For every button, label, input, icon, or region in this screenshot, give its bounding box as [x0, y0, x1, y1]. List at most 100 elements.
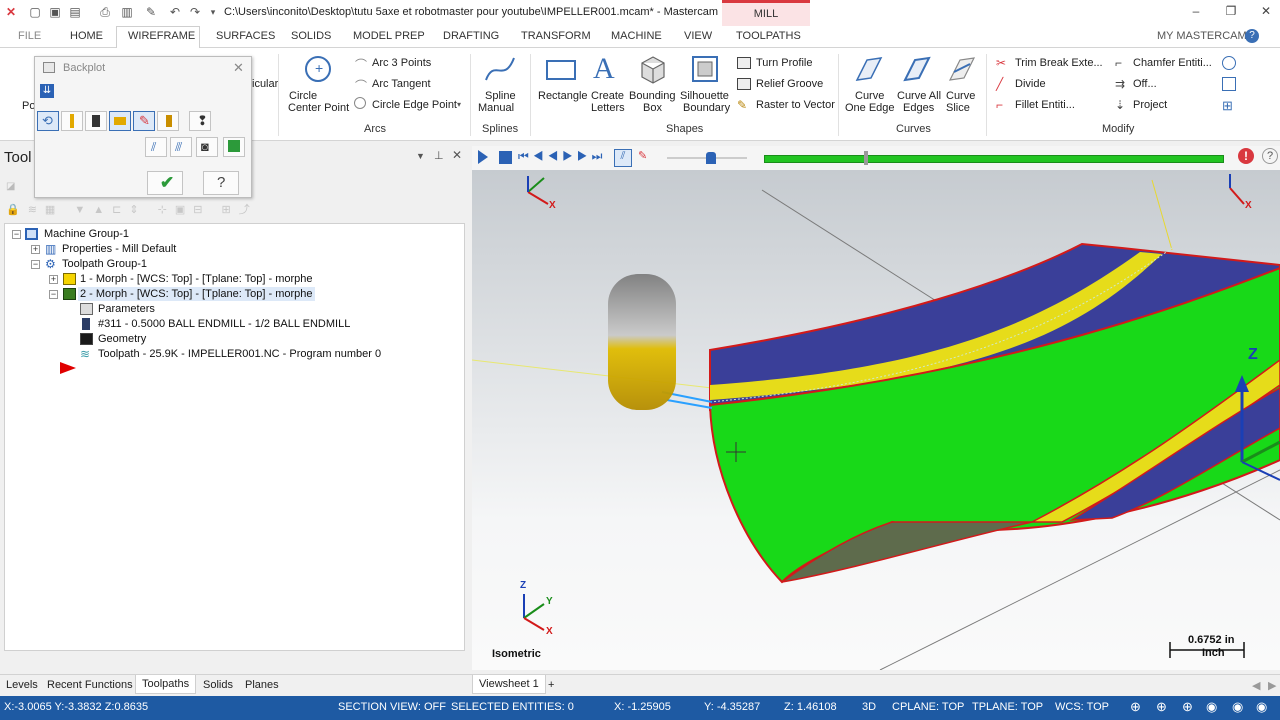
letters-icon[interactable]: A	[593, 52, 615, 86]
tplane-status[interactable]: TPLANE: TOP	[972, 701, 1043, 713]
graphics-viewport[interactable]: Z X X Z Y X Isometric 0.6752 in Inch	[472, 170, 1280, 670]
select-all-icon[interactable]: ◪	[6, 181, 16, 192]
circle-edge-point-button[interactable]: Circle Edge Point	[372, 99, 457, 111]
panel-close-icon[interactable]: ✕	[452, 148, 462, 162]
play-icon[interactable]	[478, 150, 488, 164]
tab-model-prep[interactable]: MODEL PREP	[353, 30, 425, 42]
circle-center-point-label-1[interactable]: Circle	[289, 90, 317, 102]
curve-all-edges-icon[interactable]	[901, 54, 933, 84]
collapse-icon[interactable]: −	[12, 230, 21, 239]
expand-down-icon[interactable]: ⇊	[40, 84, 54, 98]
globe-2-icon[interactable]: ⊕	[1156, 699, 1167, 715]
save-icon[interactable]: ▣	[48, 5, 62, 19]
circle-tool-icon[interactable]	[1222, 56, 1236, 70]
tree-operation-1[interactable]: 1 - Morph - [WCS: Top] - [Tplane: Top] -…	[80, 273, 313, 285]
backplot-tool-button[interactable]	[61, 111, 83, 131]
collapse-icon[interactable]: −	[49, 290, 58, 299]
tab-wireframe[interactable]: WIREFRAME	[128, 30, 195, 42]
close-button[interactable]: ✕	[1256, 4, 1276, 20]
panel-dropdown-icon[interactable]: ▼	[416, 151, 425, 161]
tab-recent-functions[interactable]: Recent Functions	[47, 679, 133, 691]
backplot-lines2-button[interactable]: ⫻	[170, 137, 192, 157]
curve-slice-icon[interactable]	[946, 54, 978, 84]
playback-help-icon[interactable]: ?	[1262, 148, 1278, 164]
print-preview-icon[interactable]: ▥	[120, 5, 134, 19]
globe-3-icon[interactable]: ⊕	[1182, 699, 1193, 715]
rectangle-button[interactable]: Rectangle	[538, 90, 588, 102]
trace-mode-icon[interactable]: ⫽	[614, 149, 632, 167]
bounding-box-label-1[interactable]: Bounding	[629, 90, 676, 102]
curve-all-edges-label-1[interactable]: Curve All	[897, 90, 941, 102]
minimize-button[interactable]: –	[1186, 4, 1206, 20]
spline-manual-label-1[interactable]: Spline	[485, 90, 516, 102]
tree-toolpath-group[interactable]: Toolpath Group-1	[62, 258, 147, 270]
tree-machine-group[interactable]: Machine Group-1	[44, 228, 129, 240]
backplot-toggle-path-button[interactable]: ⟲	[37, 111, 59, 131]
perpendicular-label-partial[interactable]: icular	[252, 78, 278, 90]
arc-tangent-button[interactable]: Arc Tangent	[372, 78, 431, 90]
silhouette-boundary-icon[interactable]	[690, 54, 720, 84]
divide-button[interactable]: Divide	[1015, 78, 1046, 90]
shading-2-icon[interactable]: ◉	[1232, 699, 1243, 715]
tab-planes[interactable]: Planes	[245, 679, 279, 691]
mode-3d[interactable]: 3D	[862, 701, 876, 713]
tab-file[interactable]: FILE	[18, 30, 41, 42]
create-letters-label-1[interactable]: Create	[591, 90, 624, 102]
section-view-status[interactable]: SECTION VIEW: OFF	[338, 701, 446, 713]
tab-surfaces[interactable]: SURFACES	[216, 30, 275, 42]
tree-geometry[interactable]: Geometry	[98, 333, 146, 345]
tree-properties[interactable]: Properties - Mill Default	[62, 243, 176, 255]
print-icon[interactable]: ⎙	[98, 5, 112, 19]
cplane-status[interactable]: CPLANE: TOP	[892, 701, 964, 713]
backplot-endpoints-button[interactable]: ✎	[133, 111, 155, 131]
backplot-ok-button[interactable]: ✔	[147, 171, 183, 195]
speed-slider-thumb[interactable]	[706, 152, 716, 164]
quick-access-dropdown-icon[interactable]: ▾	[206, 5, 220, 19]
tab-drafting[interactable]: DRAFTING	[443, 30, 499, 42]
repaint-icon[interactable]: ✎	[144, 5, 158, 19]
circle-center-point-label-2[interactable]: Center Point	[288, 102, 349, 114]
create-letters-label-2[interactable]: Letters	[591, 102, 625, 114]
backplot-shaded-tool-button[interactable]	[157, 111, 179, 131]
turn-profile-button[interactable]: Turn Profile	[756, 57, 812, 69]
backplot-save-button[interactable]	[223, 137, 245, 157]
undo-icon[interactable]: ↶	[168, 5, 182, 19]
curve-slice-label-1[interactable]: Curve	[946, 90, 975, 102]
y-coordinate[interactable]: Y: -4.35287	[704, 701, 760, 713]
transform-tool-icon[interactable]: ⊞	[1222, 98, 1233, 114]
tab-toolpaths[interactable]: Toolpaths	[135, 675, 197, 694]
spline-manual-label-2[interactable]: Manual	[478, 102, 514, 114]
scroll-right-icon[interactable]: ▶	[1268, 679, 1276, 692]
tab-viewsheet-1[interactable]: Viewsheet 1	[472, 675, 546, 694]
shading-3-icon[interactable]: ◉	[1256, 699, 1267, 715]
redo-icon[interactable]: ↷	[188, 5, 202, 19]
help-icon[interactable]: ?	[1245, 29, 1259, 43]
arc-3-points-button[interactable]: Arc 3 Points	[372, 57, 431, 69]
collapse-icon[interactable]: −	[31, 260, 40, 269]
progress-slider[interactable]	[764, 155, 1224, 163]
curve-slice-label-2[interactable]: Slice	[946, 102, 970, 114]
tab-machine[interactable]: MACHINE	[611, 30, 662, 42]
tree-parameters[interactable]: Parameters	[98, 303, 155, 315]
tab-toolpaths[interactable]: TOOLPATHS	[736, 30, 801, 42]
curve-one-edge-icon[interactable]	[853, 54, 885, 84]
stop-icon[interactable]	[499, 151, 512, 164]
silhouette-boundary-label-1[interactable]: Silhouette	[680, 90, 729, 102]
selected-entities-status[interactable]: SELECTED ENTITIES: 0	[451, 701, 574, 713]
toolpath-toolbar-icons[interactable]: 🔒≋▦ ▼▲⊏⇕ ⊹▣⊟ ⊞⤴	[6, 201, 306, 216]
tree-toolpath[interactable]: Toolpath - 25.9K - IMPELLER001.NC - Prog…	[98, 348, 381, 360]
progress-slider-thumb[interactable]	[864, 151, 868, 165]
insert-arrow-icon[interactable]	[60, 362, 76, 374]
scroll-left-icon[interactable]: ◀	[1252, 679, 1260, 692]
backplot-info-button[interactable]: ❢	[189, 111, 211, 131]
bounding-box-label-2[interactable]: Box	[643, 102, 662, 114]
offset-button[interactable]: Off...	[1133, 78, 1157, 90]
fillet-entities-button[interactable]: Fillet Entiti...	[1015, 99, 1075, 111]
tab-home[interactable]: HOME	[70, 30, 103, 42]
step-controls-icons[interactable]: ⏮◀◀▶▶⏭	[518, 149, 606, 164]
tab-solids[interactable]: Solids	[203, 679, 233, 691]
rectangle-icon[interactable]	[546, 60, 576, 80]
wcs-status[interactable]: WCS: TOP	[1055, 701, 1109, 713]
chevron-down-icon[interactable]: ▾	[457, 100, 461, 109]
x-coordinate[interactable]: X: -1.25905	[614, 701, 671, 713]
